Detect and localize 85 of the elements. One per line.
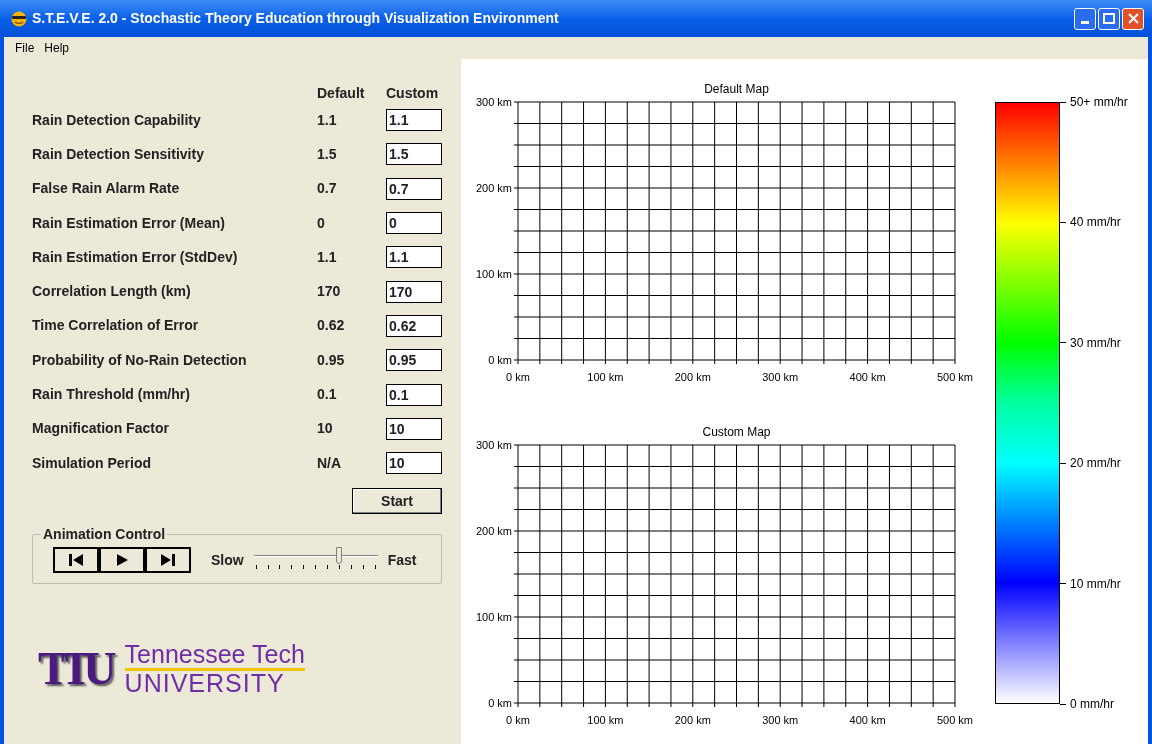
x-axis-label: 100 km	[587, 714, 624, 726]
start-button[interactable]: Start	[352, 488, 442, 515]
y-axis-label: 200 km	[475, 182, 512, 194]
x-axis-label: 500 km	[936, 371, 974, 383]
parameter-label: Simulation Period	[32, 453, 152, 473]
custom-value-field[interactable]: 0.62	[386, 314, 442, 337]
parameter-label: False Rain Alarm Rate	[32, 179, 181, 199]
playback-button[interactable]	[99, 547, 145, 574]
skip-back-icon	[68, 553, 84, 568]
custom-value-field[interactable]: 170	[386, 280, 442, 303]
parameter-label: Rain Threshold (mm/hr)	[32, 385, 191, 404]
default-value: 10	[317, 419, 334, 439]
default-value: 0.62	[317, 316, 346, 336]
scale-label: 40 mm/hr	[1070, 214, 1121, 232]
default-value: 170	[317, 282, 342, 302]
maximize-icon	[1103, 13, 1115, 24]
parameter-label: Correlation Length (km)	[32, 282, 192, 302]
default-value: 1.1	[317, 247, 338, 267]
y-axis-label: 0 km	[488, 697, 512, 709]
x-axis-label: 200 km	[674, 371, 711, 383]
scale-label: 50+ mm/hr	[1070, 94, 1128, 111]
close-button[interactable]	[1122, 7, 1144, 30]
y-axis-label: 0 km	[488, 354, 512, 366]
default-value: 1.5	[317, 144, 338, 164]
maximize-button[interactable]	[1098, 7, 1120, 30]
custom-value-field[interactable]: 0.95	[386, 349, 442, 372]
y-axis-label: 300 km	[475, 439, 512, 451]
minimize-icon	[1081, 20, 1089, 24]
university-name: UNIVERSITY	[124, 671, 286, 697]
smiley-icon	[10, 10, 28, 27]
custom-value-field[interactable]: 1.1	[386, 109, 442, 132]
y-axis-label: 100 km	[475, 611, 512, 623]
scale-label: 0 mm/hr	[1070, 696, 1114, 713]
parameter-label: Rain Detection Sensitivity	[32, 144, 205, 164]
parameter-label: Time Correlation of Error	[32, 316, 200, 336]
default-value: 0.1	[317, 385, 338, 404]
custom-value-field[interactable]: 10	[386, 452, 442, 475]
parameter-label: Rain Estimation Error (Mean)	[32, 213, 226, 233]
x-axis-label: 100 km	[587, 371, 624, 383]
scale-label: 10 mm/hr	[1070, 575, 1121, 593]
group-title: Animation Control	[42, 525, 167, 545]
playback-button[interactable]	[145, 547, 191, 574]
x-axis-label: 400 km	[849, 714, 886, 726]
playback-button[interactable]	[53, 547, 99, 574]
scale-label: 20 mm/hr	[1070, 455, 1121, 473]
x-axis-label: 300 km	[762, 714, 799, 726]
slider-thumb[interactable]	[336, 547, 343, 565]
x-axis-label: 0 km	[506, 371, 530, 383]
minimize-button[interactable]	[1074, 7, 1096, 30]
column-header: Default	[317, 83, 366, 103]
x-axis-label: 200 km	[674, 714, 711, 726]
custom-value-field[interactable]: 0	[386, 212, 442, 235]
y-axis-label: 200 km	[475, 525, 512, 537]
default-value: 0	[317, 213, 326, 233]
menu-item[interactable]: Help	[43, 39, 71, 57]
fast-label: Fast	[387, 550, 417, 570]
default-value: 0.95	[317, 350, 346, 370]
custom-value-field[interactable]: 0.1	[386, 383, 442, 406]
parameter-label: Magnification Factor	[32, 419, 170, 439]
map-title: Custom Map	[702, 425, 771, 439]
y-axis-label: 100 km	[475, 268, 512, 280]
custom-value-field[interactable]: 10	[386, 417, 442, 440]
menu-item[interactable]: File	[14, 39, 36, 57]
custom-value-field[interactable]: 0.7	[386, 177, 442, 200]
x-axis-label: 500 km	[936, 714, 974, 726]
parameter-label: Rain Estimation Error (StdDev)	[32, 247, 239, 267]
window-title: S.T.E.V.E. 2.0 - Stochastic Theory Education through Visualization Environment	[32, 9, 559, 28]
skip-forward-icon	[160, 553, 176, 568]
play-icon	[115, 553, 129, 568]
default-value: 0.7	[317, 179, 338, 199]
x-axis-label: 0 km	[506, 714, 530, 726]
parameter-label: Rain Detection Capability	[32, 110, 202, 130]
y-axis-label: 300 km	[475, 96, 512, 108]
scale-label: 30 mm/hr	[1070, 334, 1121, 352]
default-value: 1.1	[317, 110, 338, 130]
parameter-label: Probability of No-Rain Detection	[32, 350, 248, 370]
default-value: N/A	[317, 453, 343, 473]
x-axis-label: 300 km	[762, 371, 799, 383]
close-icon	[1127, 13, 1139, 24]
x-axis-label: 400 km	[849, 371, 886, 383]
custom-value-field[interactable]: 1.1	[386, 246, 442, 269]
slow-label: Slow	[211, 550, 244, 570]
column-header: Custom	[386, 83, 439, 103]
custom-value-field[interactable]: 1.5	[386, 143, 442, 166]
map-title: Default Map	[704, 82, 769, 96]
